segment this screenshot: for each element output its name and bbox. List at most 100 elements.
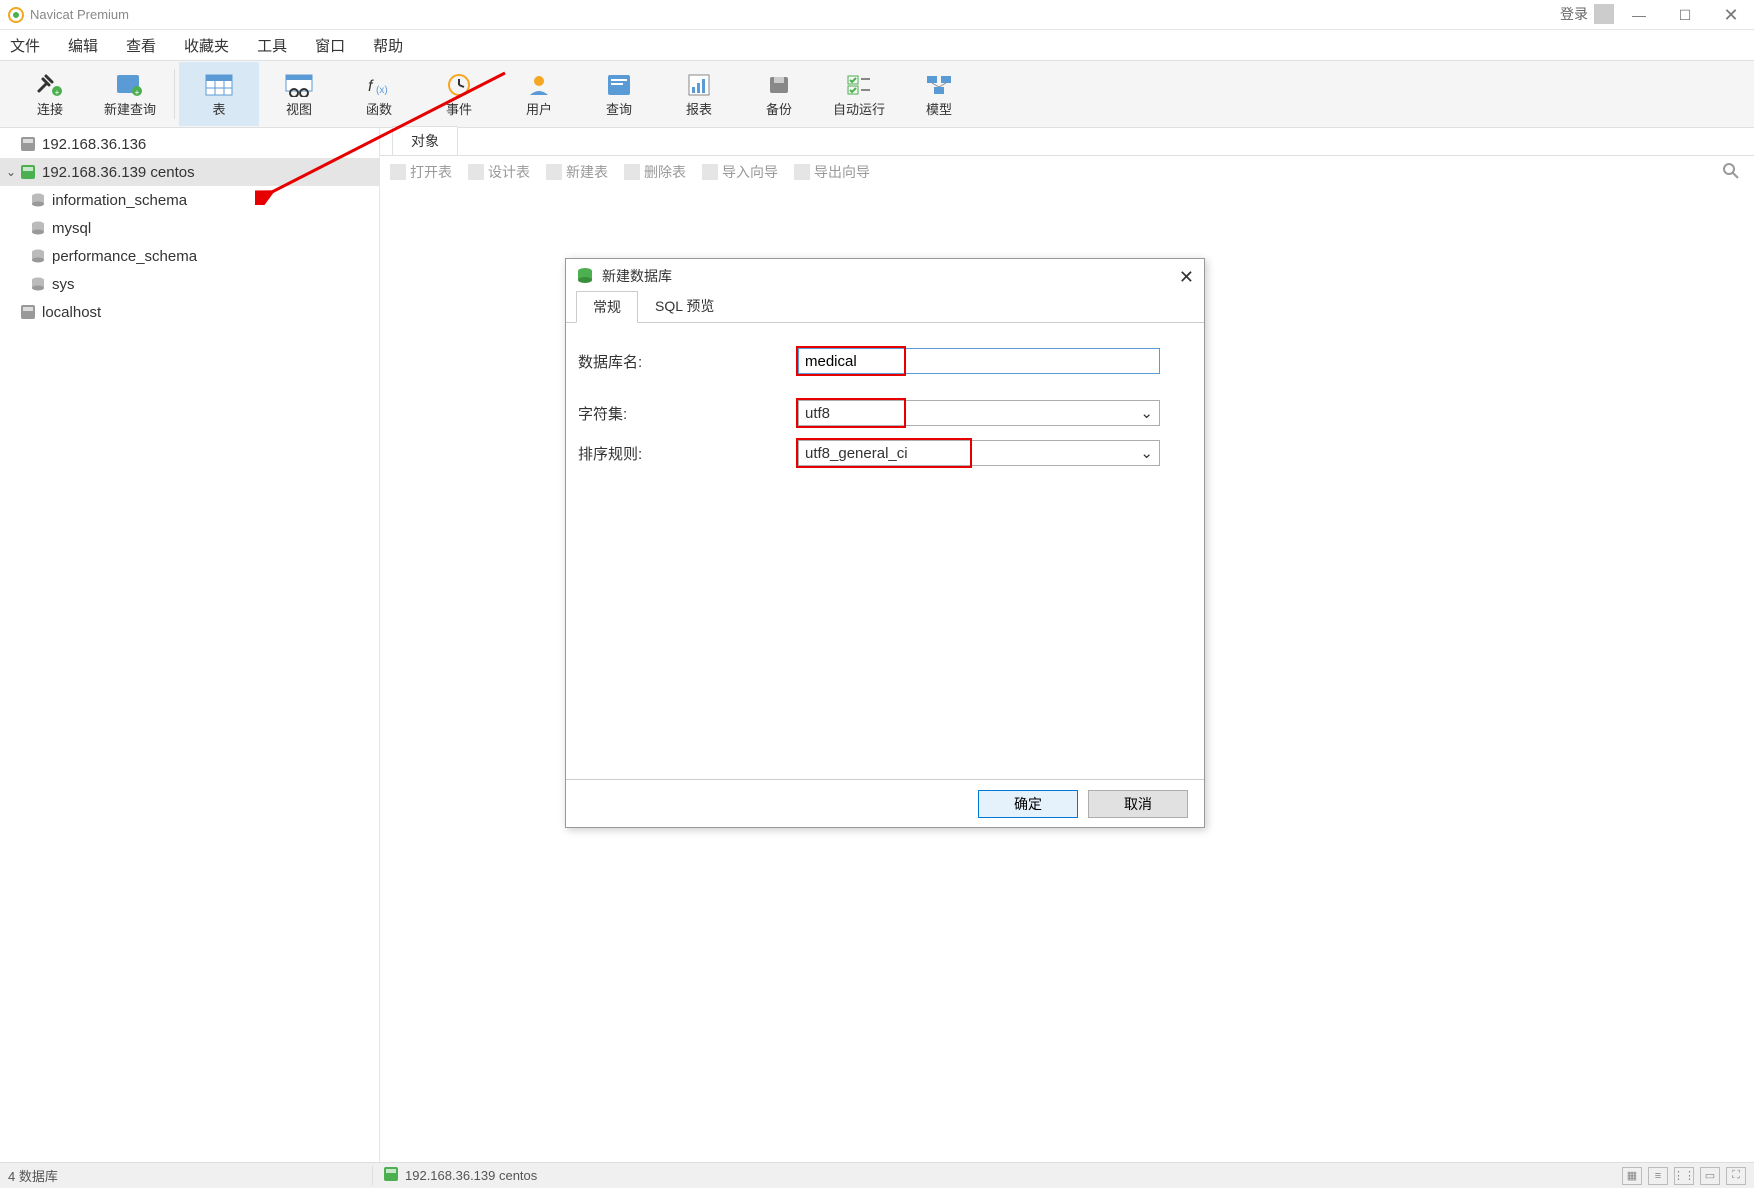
- toolbar-query[interactable]: 查询: [579, 62, 659, 126]
- svg-text:(x): (x): [376, 85, 388, 96]
- tree-db-information-schema[interactable]: information_schema: [0, 186, 379, 214]
- toolbar-backup[interactable]: 备份: [739, 62, 819, 126]
- new-table-button[interactable]: 新建表: [546, 162, 608, 182]
- report-icon: [683, 71, 715, 99]
- tree-db-mysql[interactable]: mysql: [0, 214, 379, 242]
- cancel-button[interactable]: 取消: [1088, 790, 1188, 818]
- object-toolbar: 打开表 设计表 新建表 删除表 导入向导 导出向导: [380, 156, 1754, 188]
- menu-help[interactable]: 帮助: [373, 35, 403, 56]
- database-icon: [28, 275, 48, 293]
- chevron-down-icon: ⌄: [1140, 404, 1153, 422]
- design-table-icon: [468, 164, 484, 180]
- menubar: 文件 编辑 查看 收藏夹 工具 窗口 帮助: [0, 30, 1754, 60]
- menu-tools[interactable]: 工具: [257, 35, 287, 56]
- dialog-titlebar: 新建数据库 ✕: [566, 259, 1204, 293]
- statusbar: 4 数据库 192.168.36.139 centos ▦ ≡ ⋮⋮ ▭ ⛶: [0, 1162, 1754, 1188]
- detail-view-icon[interactable]: ⋮⋮: [1674, 1167, 1694, 1185]
- toolbar-user[interactable]: 用户: [499, 62, 579, 126]
- connection-tree: 192.168.36.136 ⌄ 192.168.36.139 centos i…: [0, 128, 380, 1162]
- delete-table-icon: [624, 164, 640, 180]
- export-wizard-button[interactable]: 导出向导: [794, 162, 870, 182]
- menu-edit[interactable]: 编辑: [68, 35, 98, 56]
- toolbar-autorun[interactable]: 自动运行: [819, 62, 899, 126]
- fullscreen-icon[interactable]: ⛶: [1726, 1167, 1746, 1185]
- toolbar-model[interactable]: 模型: [899, 62, 979, 126]
- svg-text:+: +: [135, 88, 140, 97]
- database-icon: [28, 219, 48, 237]
- menu-window[interactable]: 窗口: [315, 35, 345, 56]
- maximize-button[interactable]: ☐: [1662, 0, 1708, 30]
- label-charset: 字符集:: [578, 403, 798, 424]
- open-table-button[interactable]: 打开表: [390, 162, 452, 182]
- query-icon: [603, 71, 635, 99]
- toolbar-table[interactable]: 表: [179, 62, 259, 126]
- menu-file[interactable]: 文件: [10, 35, 40, 56]
- model-icon: [923, 71, 955, 99]
- table-icon: [203, 71, 235, 99]
- new-query-icon: +: [114, 71, 146, 99]
- label-collation: 排序规则:: [578, 443, 798, 464]
- delete-table-button[interactable]: 删除表: [624, 162, 686, 182]
- import-wizard-button[interactable]: 导入向导: [702, 162, 778, 182]
- status-db-count: 4 数据库: [8, 1166, 373, 1185]
- svg-text:+: +: [55, 88, 60, 97]
- tree-connection-2[interactable]: ⌄ 192.168.36.139 centos: [0, 158, 379, 186]
- menu-favorites[interactable]: 收藏夹: [184, 35, 229, 56]
- tree-db-performance-schema[interactable]: performance_schema: [0, 242, 379, 270]
- separator: [174, 69, 175, 119]
- dialog-tabs: 常规 SQL 预览: [566, 293, 1204, 323]
- object-tabs: 对象: [380, 128, 1754, 156]
- server-active-icon: [18, 163, 38, 181]
- label-dbname: 数据库名:: [578, 351, 798, 372]
- new-table-icon: [546, 164, 562, 180]
- database-green-icon: [576, 267, 594, 285]
- plug-icon: +: [34, 71, 66, 99]
- view-icon: [283, 71, 315, 99]
- toolbar-report[interactable]: 报表: [659, 62, 739, 126]
- dialog-title: 新建数据库: [602, 266, 672, 286]
- window-controls: — ☐ ✕: [1616, 0, 1754, 30]
- toolbar-view[interactable]: 视图: [259, 62, 339, 126]
- panel-view-icon[interactable]: ▭: [1700, 1167, 1720, 1185]
- status-connection: 192.168.36.139 centos: [373, 1166, 537, 1185]
- avatar-icon: [1594, 4, 1614, 24]
- server-icon: [18, 303, 38, 321]
- dialog-footer: 确定 取消: [566, 779, 1204, 827]
- database-icon: [28, 247, 48, 265]
- import-icon: [702, 164, 718, 180]
- collapse-icon[interactable]: ⌄: [4, 165, 18, 179]
- tab-sql-preview[interactable]: SQL 预览: [638, 290, 731, 322]
- tree-connection-3[interactable]: localhost: [0, 298, 379, 326]
- design-table-button[interactable]: 设计表: [468, 162, 530, 182]
- menu-view[interactable]: 查看: [126, 35, 156, 56]
- login-area[interactable]: 登录: [1560, 4, 1614, 24]
- toolbar-function[interactable]: f(x) 函数: [339, 62, 419, 126]
- tree-connection-1[interactable]: 192.168.36.136: [0, 130, 379, 158]
- dbname-input[interactable]: [798, 348, 1160, 374]
- ok-button[interactable]: 确定: [978, 790, 1078, 818]
- charset-select[interactable]: utf8 ⌄: [798, 400, 1160, 426]
- toolbar-event[interactable]: 事件: [419, 62, 499, 126]
- main-toolbar: + 连接 + 新建查询 表 视图 f(x) 函数 事件 用户 查询 报表 备份 …: [0, 60, 1754, 128]
- chevron-down-icon: ⌄: [1140, 444, 1153, 462]
- minimize-button[interactable]: —: [1616, 0, 1662, 30]
- user-icon: [523, 71, 555, 99]
- close-button[interactable]: ✕: [1708, 0, 1754, 30]
- toolbar-new-query[interactable]: + 新建查询: [90, 62, 170, 126]
- list-view-icon[interactable]: ≡: [1648, 1167, 1668, 1185]
- tab-general[interactable]: 常规: [576, 291, 638, 323]
- tree-db-sys[interactable]: sys: [0, 270, 379, 298]
- clock-icon: [443, 71, 475, 99]
- titlebar: Navicat Premium 登录 — ☐ ✕: [0, 0, 1754, 30]
- toolbar-connect[interactable]: + 连接: [10, 62, 90, 126]
- search-icon[interactable]: [1722, 162, 1740, 183]
- collation-select[interactable]: utf8_general_ci ⌄: [798, 440, 1160, 466]
- grid-view-icon[interactable]: ▦: [1622, 1167, 1642, 1185]
- autorun-icon: [843, 71, 875, 99]
- dialog-close-button[interactable]: ✕: [1179, 267, 1194, 288]
- status-view-buttons: ▦ ≡ ⋮⋮ ▭ ⛶: [1622, 1167, 1746, 1185]
- database-icon: [28, 191, 48, 209]
- server-icon: [18, 135, 38, 153]
- svg-text:f: f: [368, 78, 374, 95]
- tab-objects[interactable]: 对象: [392, 126, 458, 155]
